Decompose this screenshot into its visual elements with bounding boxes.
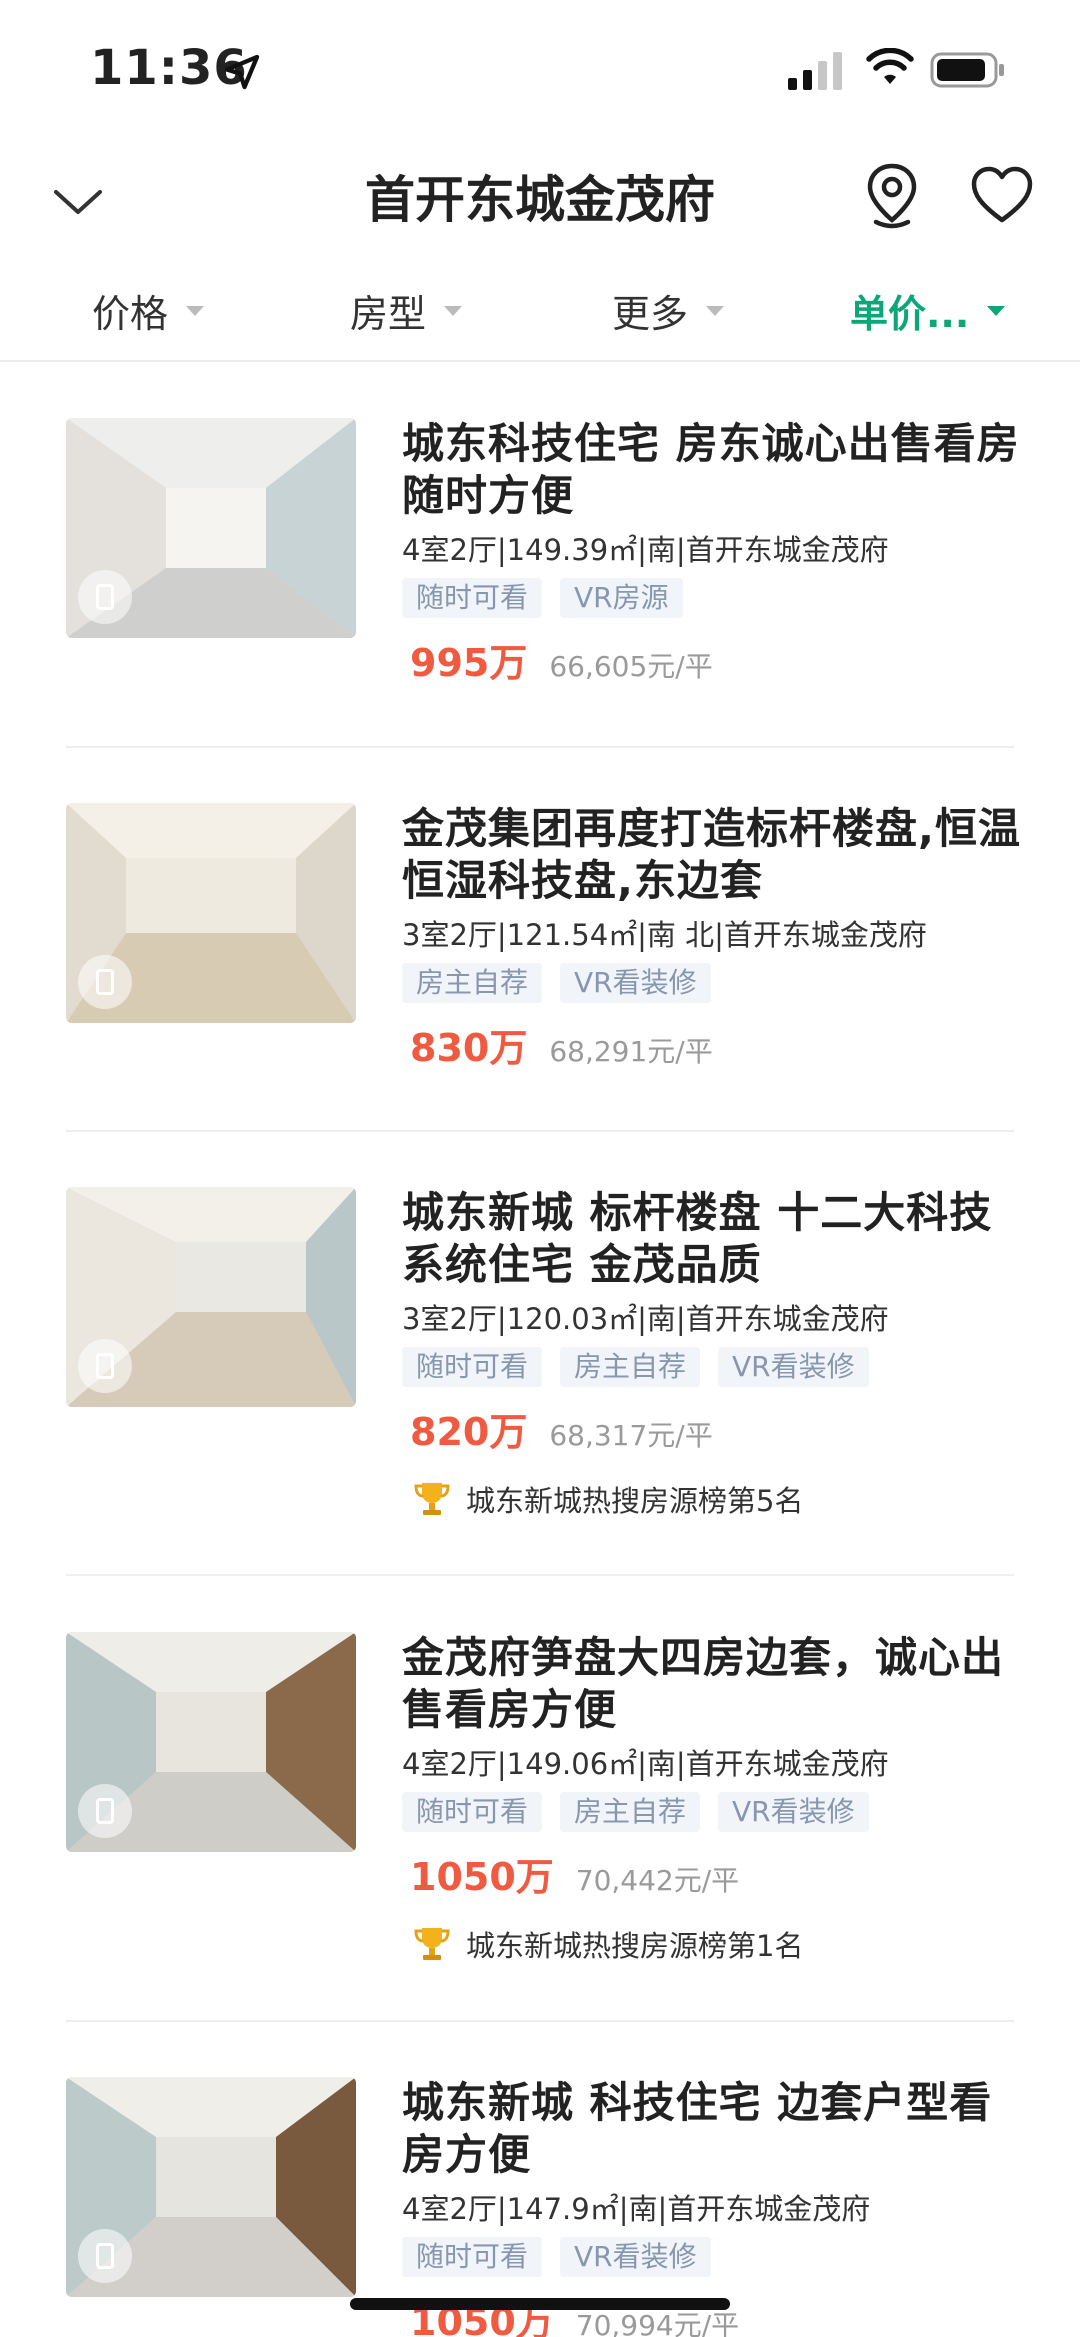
total-price: 1050万: [410, 1855, 554, 1899]
filter-bar: 价格 房型 更多 单价...: [0, 270, 1080, 362]
divider: [66, 2020, 1014, 2022]
listing-tags: 随时可看 房主自荐 VR看装修: [402, 1347, 1022, 1387]
unit-price: 68,291元/平: [549, 1035, 713, 1068]
home-indicator[interactable]: [350, 2298, 730, 2310]
tag: 房主自荐: [560, 1347, 701, 1387]
vr-icon: [78, 2229, 132, 2283]
price-row: 830万 68,291元/平: [402, 1017, 1022, 1072]
tag: 随时可看: [402, 2237, 543, 2277]
tag: 随时可看: [402, 1347, 543, 1387]
filter-label: 单价...: [850, 291, 970, 336]
price-row: 1050万 70,442元/平: [402, 1846, 1022, 1901]
price-row: 995万 66,605元/平: [402, 632, 1022, 687]
status-bar: 11:36: [0, 0, 1080, 140]
listing-title: 城东新城 科技住宅 边套户型看房方便: [402, 2078, 993, 2179]
listing-meta: 4室2厅|147.9㎡|南|首开东城金茂府: [402, 2192, 871, 2226]
tag: 随时可看: [402, 578, 543, 618]
ranking-text: 城东新城热搜房源榜第5名: [466, 1484, 804, 1518]
page-title: 首开东城金茂府: [365, 171, 715, 229]
heart-icon[interactable]: [970, 164, 1034, 228]
tag: VR看装修: [718, 1792, 869, 1832]
listing-photo[interactable]: [66, 1632, 356, 1852]
total-price: 995万: [410, 641, 528, 685]
vr-icon: [78, 1339, 132, 1393]
tag: 随时可看: [402, 1792, 543, 1832]
map-pin-icon[interactable]: [862, 162, 922, 232]
listing-tags: 随时可看 房主自荐 VR看装修: [402, 1792, 1022, 1832]
ranking-text: 城东新城热搜房源榜第1名: [466, 1929, 804, 1963]
caret-down-icon: [186, 306, 205, 316]
listing-tags: 随时可看 VR看装修: [402, 2237, 1022, 2277]
divider: [66, 1130, 1014, 1132]
ranking-row[interactable]: 城东新城热搜房源榜第1名: [402, 1923, 1022, 1965]
unit-price: 70,442元/平: [575, 1864, 740, 1897]
total-price: 830万: [410, 1026, 528, 1070]
listing-title: 城东科技住宅 房东诚心出售看房随时方便: [402, 419, 1020, 520]
cellular-signal-icon: [788, 52, 842, 90]
vr-icon: [78, 955, 132, 1009]
listing-tags: 随时可看 VR房源: [402, 578, 1022, 618]
listing-meta: 3室2厅|121.54㎡|南 北|首开东城金茂府: [402, 918, 927, 952]
total-price: 820万: [410, 1410, 528, 1454]
listing-tags: 房主自荐 VR看装修: [402, 963, 1022, 1003]
tag: 房主自荐: [560, 1792, 701, 1832]
divider: [66, 746, 1014, 748]
nav-bar: 首开东城金茂府: [0, 150, 1080, 260]
listing-meta: 4室2厅|149.06㎡|南|首开东城金茂府: [402, 1747, 889, 1781]
listing-meta: 4室2厅|149.39㎡|南|首开东城金茂府: [402, 533, 889, 567]
divider: [66, 1574, 1014, 1576]
tag: VR看装修: [718, 1347, 869, 1387]
battery-icon: [930, 52, 1004, 88]
listing-title: 金茂集团再度打造标杆楼盘,恒温恒湿科技盘,东边套: [402, 804, 1021, 905]
listing-photo[interactable]: [66, 803, 356, 1023]
trophy-icon: [414, 1928, 450, 1960]
trophy-icon: [414, 1483, 450, 1515]
filter-unit-price[interactable]: 单价...: [850, 280, 1006, 340]
location-arrow-icon: [224, 54, 260, 90]
tag: VR看装修: [560, 2237, 711, 2277]
caret-down-icon: [444, 306, 463, 316]
filter-more[interactable]: 更多: [612, 280, 725, 340]
filter-label: 更多: [612, 291, 689, 336]
listing-photo[interactable]: [66, 2077, 356, 2297]
tag: 房主自荐: [402, 963, 543, 1003]
ranking-row[interactable]: 城东新城热搜房源榜第5名: [402, 1478, 1022, 1520]
caret-down-icon: [987, 306, 1006, 316]
listing-meta: 3室2厅|120.03㎡|南|首开东城金茂府: [402, 1302, 889, 1336]
caret-down-icon: [706, 306, 725, 316]
unit-price: 66,605元/平: [549, 650, 713, 683]
filter-layout[interactable]: 房型: [350, 280, 463, 340]
listing-title: 城东新城 标杆楼盘 十二大科技系统住宅 金茂品质: [402, 1188, 993, 1289]
price-row: 820万 68,317元/平: [402, 1401, 1022, 1456]
listing-title: 金茂府笋盘大四房边套，诚心出售看房方便: [402, 1633, 1005, 1734]
filter-price[interactable]: 价格: [92, 280, 205, 340]
wifi-icon: [866, 48, 914, 84]
listing-photo[interactable]: [66, 1187, 356, 1407]
tag: VR看装修: [560, 963, 711, 1003]
filter-label: 房型: [350, 291, 427, 336]
chevron-down-icon[interactable]: [48, 172, 108, 232]
vr-icon: [78, 1784, 132, 1838]
tag: VR房源: [560, 578, 683, 618]
filter-label: 价格: [92, 291, 169, 336]
listing-photo[interactable]: [66, 418, 356, 638]
vr-icon: [78, 570, 132, 624]
unit-price: 68,317元/平: [549, 1419, 713, 1452]
